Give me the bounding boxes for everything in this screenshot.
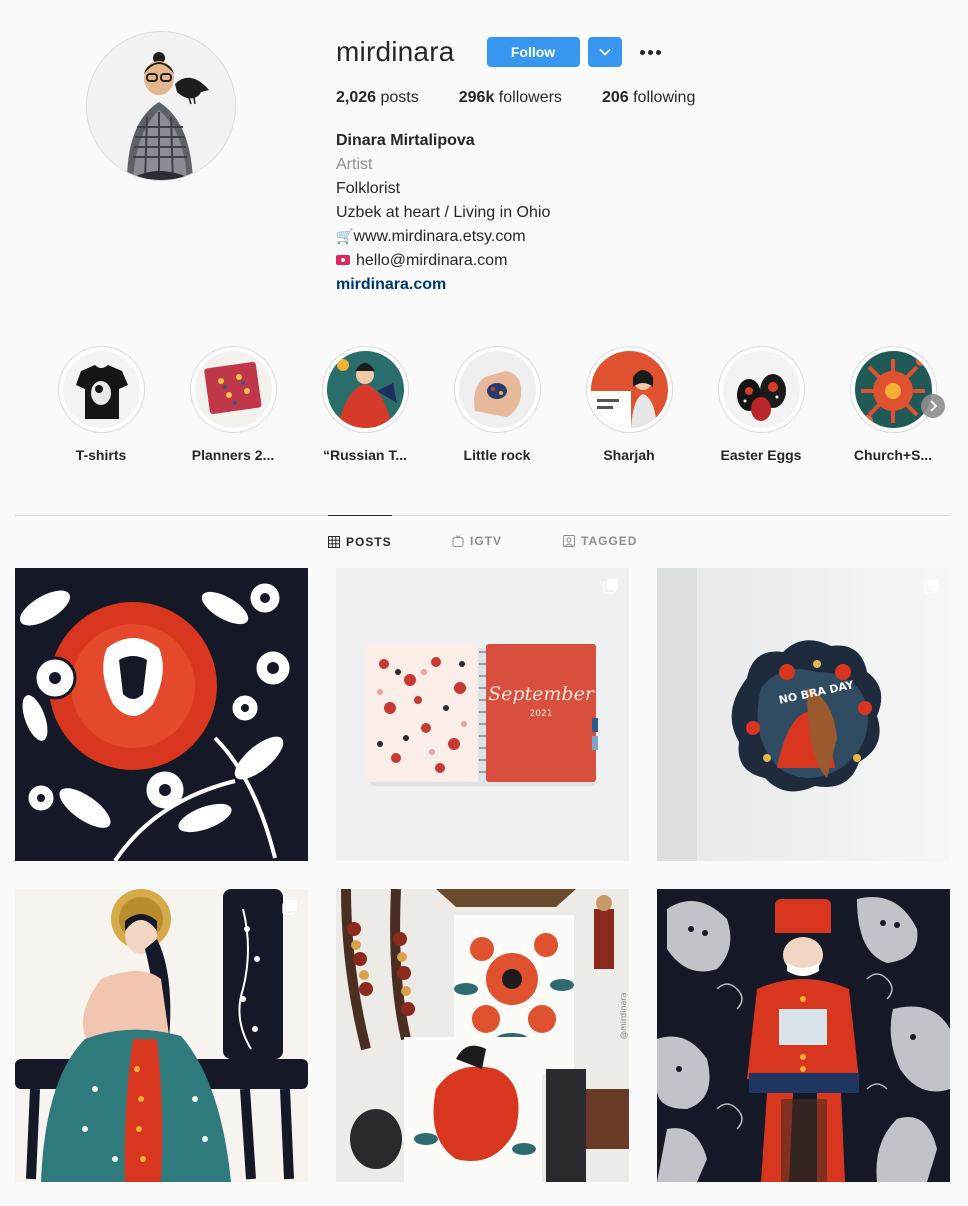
email-address: hello@mirdinara.com xyxy=(356,252,508,269)
tab-label: IGTV xyxy=(470,534,503,548)
post-thumbnail[interactable] xyxy=(15,568,308,861)
chevron-right-icon xyxy=(930,400,937,412)
september-planner-image: September 2021 xyxy=(336,568,629,861)
full-name: Dinara Mirtalipova xyxy=(336,132,475,149)
shopping-cart-icon: 🛒 xyxy=(336,229,354,245)
folk-woman-image xyxy=(15,889,308,1182)
more-dot-icon xyxy=(647,49,653,55)
sticker-image: NO BRA DAY xyxy=(657,568,950,861)
following-label: following xyxy=(633,89,696,106)
highlight-label: Little rock xyxy=(463,447,531,463)
posts-stat: 2,026 posts xyxy=(336,89,419,107)
posts-label: posts xyxy=(380,89,419,106)
highlight-label: Easter Eggs xyxy=(720,447,802,463)
highlight-label: T-shirts xyxy=(75,447,127,463)
bio-email-line: hello@mirdinara.com xyxy=(336,249,936,273)
highlight-planners[interactable]: Planners 2... xyxy=(167,346,299,463)
profile-stats: 2,026 posts 296k followers 206 following xyxy=(336,89,936,107)
profile-category: Artist xyxy=(336,156,373,173)
highlight-label: Planners 2... xyxy=(191,447,275,463)
post-thumbnail[interactable] xyxy=(657,889,950,1182)
posts-count: 2,026 xyxy=(336,89,377,106)
tab-label: POSTS xyxy=(346,534,392,549)
igtv-icon xyxy=(452,535,464,547)
little-rock-cover xyxy=(458,351,536,428)
more-dot-icon xyxy=(639,49,645,55)
multiple-photos-icon xyxy=(924,579,939,594)
highlight-little-rock[interactable]: Little rock xyxy=(431,346,563,463)
tshirt-cover xyxy=(62,351,140,428)
tab-label: TAGGED xyxy=(581,534,638,548)
grid-icon xyxy=(328,535,340,548)
folk-flower-image xyxy=(15,568,308,861)
tab-igtv[interactable]: IGTV xyxy=(452,515,502,567)
tagged-icon xyxy=(563,535,575,547)
following-count: 206 xyxy=(601,89,629,106)
nutcracker-image xyxy=(657,889,950,1182)
profile-info: mirdinara Follow 2,026 posts 296k follow… xyxy=(336,30,936,297)
planner-year: 2021 xyxy=(530,709,553,719)
highlight-sharjah[interactable]: Sharjah xyxy=(563,346,695,463)
tab-tagged[interactable]: TAGGED xyxy=(563,515,637,567)
bio-line: Folklorist xyxy=(336,180,401,197)
russian-tales-cover xyxy=(326,351,404,428)
church-cover xyxy=(854,351,932,428)
love-letter-icon xyxy=(336,255,350,265)
followers-stat[interactable]: 296k followers xyxy=(459,89,562,107)
following-stat[interactable]: 206 following xyxy=(602,89,695,107)
shop-url: www.mirdinara.etsy.com xyxy=(353,228,526,245)
follow-button[interactable]: Follow xyxy=(486,37,580,67)
website-link[interactable]: mirdinara.com xyxy=(336,276,446,293)
profile-title-row: mirdinara Follow xyxy=(336,30,936,74)
post-thumbnail[interactable] xyxy=(15,889,308,1182)
highlight-russian-tales[interactable]: “Russian T... xyxy=(299,346,431,463)
bio-shop-line: 🛒www.mirdinara.etsy.com xyxy=(336,225,936,249)
highlights-next-button[interactable] xyxy=(921,394,945,418)
profile-tabs: POSTS IGTV TAGGED xyxy=(0,515,968,567)
watermark-text: @mirdinara xyxy=(619,992,628,1039)
highlight-tshirts[interactable]: T-shirts xyxy=(35,346,167,463)
followers-count: 296k xyxy=(458,89,495,106)
planner-cover xyxy=(194,351,272,428)
chevron-down-icon xyxy=(598,48,611,56)
followers-label: followers xyxy=(498,89,562,106)
multiple-photos-icon xyxy=(282,900,297,915)
planner-month: September xyxy=(488,683,596,705)
profile-avatar[interactable] xyxy=(86,31,236,181)
sharjah-cover xyxy=(590,351,668,428)
more-dot-icon xyxy=(655,49,661,55)
more-options-button[interactable] xyxy=(636,46,665,59)
post-thumbnail[interactable]: NO BRA DAY xyxy=(657,568,950,861)
bio-line: Uzbek at heart / Living in Ohio xyxy=(336,204,551,221)
highlight-label: “Russian T... xyxy=(322,447,408,463)
suggested-accounts-button[interactable] xyxy=(587,37,622,67)
profile-bio: Dinara Mirtalipova Artist Folklorist Uzb… xyxy=(336,129,936,297)
multiple-photos-icon xyxy=(603,579,618,594)
highlight-easter-eggs[interactable]: Easter Eggs xyxy=(695,346,827,463)
tab-posts[interactable]: POSTS xyxy=(328,515,392,567)
highlight-label: Sharjah xyxy=(603,447,655,463)
username: mirdinara xyxy=(336,36,455,67)
post-thumbnail[interactable]: September 2021 xyxy=(336,568,629,861)
story-highlights: T-shirts Planners 2... “Russian T... Lit… xyxy=(16,346,952,466)
highlight-label: Church+S... xyxy=(853,447,933,463)
post-thumbnail[interactable]: @mirdinara xyxy=(336,889,629,1182)
studio-shelf-image: @mirdinara xyxy=(336,889,629,1182)
easter-eggs-cover xyxy=(722,351,800,428)
